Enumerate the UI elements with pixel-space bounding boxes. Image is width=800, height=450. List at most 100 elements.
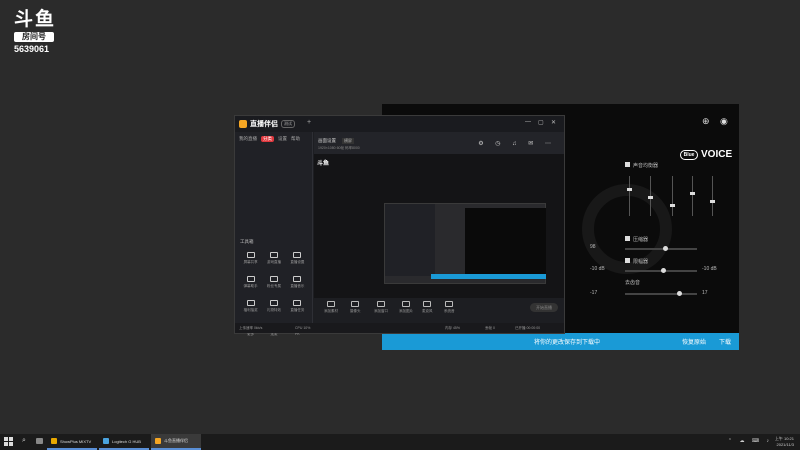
ghub-icon xyxy=(103,438,109,444)
tool-item[interactable]: 直播任务 xyxy=(286,300,309,320)
system-tray[interactable]: ⌃ ☁ ⌨ ♪ xyxy=(728,438,772,444)
taskbar-item-showplus[interactable]: ShowPlus MIXTV xyxy=(47,434,97,450)
eq-toggle[interactable] xyxy=(625,162,630,167)
orientation-chip[interactable]: 横屏 xyxy=(342,138,354,144)
close-button[interactable]: ✕ xyxy=(551,119,556,126)
eq-band-5[interactable] xyxy=(710,176,715,216)
limiter-slider[interactable] xyxy=(625,268,697,273)
deesser-label: 去齿音 xyxy=(625,280,641,286)
preview-area: 画面设置 横屏 1920×1080 60帧 码率8000 ⚙ ◷ ♫ ✉ ⋯ 斗… xyxy=(314,132,564,307)
preview-icons[interactable]: ⚙ ◷ ♫ ✉ ⋯ xyxy=(478,140,556,147)
taskbar-item-ghub[interactable]: Logitech G HUB xyxy=(99,434,149,450)
status-bar: 上传速率 0kb/s CPU 10% 内存 45% 丢帧 0 已开播 00:00… xyxy=(235,323,564,333)
mic-button[interactable]: 麦克风 xyxy=(422,301,433,314)
nested-screen-capture xyxy=(384,203,546,284)
tool-item[interactable]: 直播设置 xyxy=(286,252,309,272)
revert-button[interactable]: 恢复原始 xyxy=(682,337,706,346)
compressor-value: 98 xyxy=(590,244,596,250)
app-badge: 测试 xyxy=(281,120,295,128)
tool-item[interactable]: 屏幕共享 xyxy=(239,252,262,272)
tool-item[interactable]: 弹幕助手 xyxy=(239,276,262,296)
taskbar-item-douyu[interactable]: 斗鱼直播伴侣 xyxy=(151,434,201,450)
settings-icon xyxy=(293,252,302,258)
preview-title: 画面设置 xyxy=(318,138,336,143)
add-window-button[interactable]: 添加窗口 xyxy=(374,301,388,314)
save-bar: 将你的更改保存到下载中 恢复原始 下载 xyxy=(382,333,739,350)
danmaku-icon xyxy=(246,276,255,282)
tool-item[interactable]: 游戏直播 xyxy=(262,252,285,272)
task-icon xyxy=(293,300,302,306)
limiter-db: -10 dB xyxy=(590,266,605,272)
user-icon[interactable]: ◉ xyxy=(720,116,728,127)
eq-band-3[interactable] xyxy=(670,176,675,216)
tab-help[interactable]: 帮助 xyxy=(291,136,300,142)
room-number: 5639061 xyxy=(14,44,50,54)
mic-icon xyxy=(423,301,432,307)
blue-voice-brand: Blue VOICE xyxy=(680,149,732,160)
status-duration: 已开播 00:00:00 xyxy=(515,326,541,330)
windows-start-icon[interactable] xyxy=(4,437,13,446)
tool-item[interactable]: 粉丝专属 xyxy=(262,276,285,296)
fans-icon xyxy=(269,276,278,282)
deesser-value: -17 xyxy=(590,290,598,296)
stream-info: 1920×1080 60帧 码率8000 xyxy=(318,146,360,150)
camera-button[interactable]: 摄像头 xyxy=(350,301,361,314)
maximize-button[interactable]: ▢ xyxy=(538,119,544,126)
limiter-toggle[interactable] xyxy=(625,258,630,263)
tool-item[interactable]: 福利抽奖 xyxy=(239,300,262,320)
status-memory: 内存 45% xyxy=(445,326,460,330)
preview-canvas[interactable]: 斗鱼 xyxy=(314,154,564,304)
system-audio-button[interactable]: 系统音 xyxy=(444,301,455,314)
download-button[interactable]: 下载 xyxy=(719,337,731,346)
image-icon xyxy=(402,301,410,307)
eq-band-4[interactable] xyxy=(690,176,695,216)
tool-item[interactable]: 直播音乐 xyxy=(286,276,309,296)
status-drop: 丢帧 0 xyxy=(485,326,495,330)
app-titlebar: 直播伴侣 测试 + — ▢ ✕ xyxy=(235,116,564,132)
blue-logo-icon: Blue xyxy=(680,149,698,160)
taskbar: ⌕ ShowPlus MIXTV Logitech G HUB 斗鱼直播伴侣 ⌃… xyxy=(0,434,800,450)
showplus-icon xyxy=(51,438,57,444)
douyu-icon xyxy=(155,438,161,444)
screen-icon xyxy=(246,252,255,258)
app-logo-icon xyxy=(239,120,247,128)
start-live-button[interactable]: 开始直播 xyxy=(530,303,558,312)
source-toolbar: 添加素材 摄像头 添加窗口 添加图片 麦克风 系统音 开始直播 xyxy=(314,298,564,324)
tab-category[interactable]: 分类 xyxy=(261,136,274,142)
status-cpu: CPU 10% xyxy=(295,326,311,330)
add-image-button[interactable]: 添加图片 xyxy=(399,301,413,314)
lottery-icon xyxy=(246,300,255,306)
tab-my-live[interactable]: 我的直播 xyxy=(239,136,257,142)
toolbox-label: 工具箱 xyxy=(240,239,254,244)
speaker-icon xyxy=(445,301,454,307)
file-explorer-icon[interactable] xyxy=(36,438,43,444)
compressor-toggle[interactable] xyxy=(625,236,630,241)
eq-label: 声音均衡器 xyxy=(633,163,659,169)
douyu-logo: 斗鱼 房间号 5639061 xyxy=(14,10,58,54)
streaming-app-window: 直播伴侣 测试 + — ▢ ✕ 我的直播 分类 设置 帮助 工具箱 屏幕共享 游… xyxy=(234,115,565,336)
clock[interactable]: 上午 10:21 2021/11/3 xyxy=(775,436,794,448)
sidebar: 我的直播 分类 设置 帮助 工具箱 屏幕共享 游戏直播 直播设置 弹幕助手 粉丝… xyxy=(235,132,313,336)
gift-icon xyxy=(269,300,278,306)
music-icon xyxy=(293,276,302,282)
compressor-slider[interactable] xyxy=(625,246,697,251)
add-icon xyxy=(327,301,335,307)
mini-logo: 斗鱼 xyxy=(317,161,330,167)
save-text: 将你的更改保存到下载中 xyxy=(534,340,601,346)
game-icon xyxy=(269,252,278,258)
window-icon xyxy=(377,301,385,307)
minimize-button[interactable]: — xyxy=(525,119,531,125)
sidebar-tabs: 我的直播 分类 设置 帮助 xyxy=(239,136,300,142)
tab-settings[interactable]: 设置 xyxy=(278,136,287,142)
add-tab-button[interactable]: + xyxy=(307,119,311,126)
limiter-label: 限幅器 xyxy=(633,259,649,265)
eq-band-2[interactable] xyxy=(648,176,653,216)
camera-icon xyxy=(351,301,360,307)
target-icon[interactable]: ⊕ xyxy=(702,116,710,127)
tool-item[interactable]: 礼物特效 xyxy=(262,300,285,320)
deesser-slider[interactable] xyxy=(625,291,697,296)
deesser-value-right: 17 xyxy=(702,290,708,296)
add-source-button[interactable]: 添加素材 xyxy=(324,301,338,314)
search-icon[interactable]: ⌕ xyxy=(22,437,26,445)
eq-band-1[interactable] xyxy=(627,176,632,216)
